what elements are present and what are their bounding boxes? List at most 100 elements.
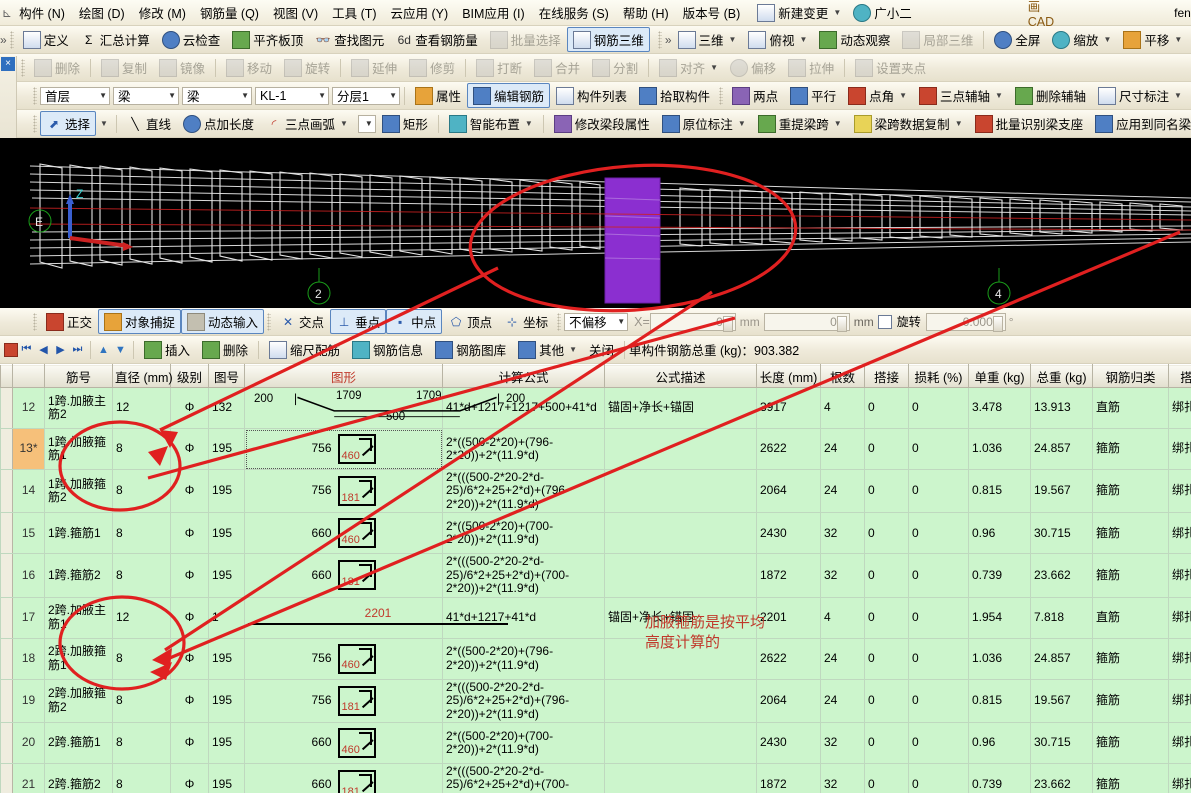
row-grip[interactable] <box>0 596 13 639</box>
cell-formula[interactable]: 2*(((500-2*20-2*d-25)/6*2+25+2*d)+(700-2… <box>442 553 605 598</box>
cell-shape-no[interactable]: 195 <box>208 678 245 723</box>
cell-diameter[interactable]: 12 <box>112 596 171 639</box>
rebar-info-button[interactable]: 钢筋信息 <box>346 337 429 362</box>
snap-grip-3[interactable] <box>557 312 562 331</box>
cell-shape-no[interactable]: 195 <box>208 721 245 764</box>
cell-formula[interactable]: 2*(((500-2*20-2*d-25)/6*2+25+2*d)+(796-2… <box>442 678 605 723</box>
delete-button[interactable]: 删除 <box>28 55 86 80</box>
trim-button[interactable]: 修剪 <box>403 55 461 80</box>
cell-length[interactable]: 2430 <box>756 512 821 555</box>
cell-loss[interactable]: 0 <box>908 637 969 680</box>
move-up-button[interactable]: ▲ <box>95 341 112 358</box>
cell-loss[interactable]: 0 <box>908 721 969 764</box>
row-grip[interactable] <box>0 512 13 555</box>
cell-lap-method[interactable]: 绑扎 <box>1168 512 1191 555</box>
cell-grade[interactable]: Φ <box>170 468 209 514</box>
rebar-3d-button[interactable]: 钢筋三维 <box>566 27 650 52</box>
snap-grip[interactable] <box>33 312 37 331</box>
dynamic-observe-button[interactable]: 动态观察 <box>813 27 896 52</box>
cell-formula-desc[interactable] <box>604 553 757 598</box>
prev-row-button[interactable]: ◀ <box>35 341 52 358</box>
cell-rebar-no[interactable]: 1跨.箍筋2 <box>44 553 113 598</box>
menu-item-rebar-qty[interactable]: 钢筋量 (Q) <box>193 1 266 24</box>
cell-rebar-no[interactable]: 2跨.箍筋1 <box>44 721 113 764</box>
cell-grade[interactable]: Φ <box>170 678 209 723</box>
cell-rebar-no[interactable]: 1跨.加腋箍筋1 <box>44 428 113 470</box>
cell-shape-no[interactable]: 195 <box>208 553 245 598</box>
row-number[interactable]: 12 <box>12 387 45 429</box>
cell-rebar-no[interactable]: 2跨.箍筋2 <box>44 762 113 793</box>
cell-count[interactable]: 32 <box>820 721 865 764</box>
chevron-down-icon[interactable]: ▼ <box>569 345 577 354</box>
cell-total-weight[interactable]: 7.818 <box>1030 596 1093 639</box>
next-row-button[interactable]: ▶ <box>52 341 69 358</box>
col-grade[interactable]: 级别 <box>170 364 209 388</box>
cell-rebar-no[interactable]: 1跨.加腋箍筋2 <box>44 468 113 514</box>
col-formula[interactable]: 计算公式 <box>442 364 605 388</box>
chevron-down-icon[interactable]: ▼ <box>833 8 841 17</box>
parallel-button[interactable]: 平行 <box>784 83 842 108</box>
batch-identify-support-button[interactable]: 批量识别梁支座 <box>969 111 1090 136</box>
cell-total-weight[interactable]: 19.567 <box>1030 678 1093 723</box>
draw-grip[interactable] <box>33 114 37 133</box>
modify-grip[interactable] <box>21 58 25 77</box>
snap-vertex[interactable]: ⬠ 顶点 <box>442 309 498 334</box>
cell-shape[interactable]: 660 181 <box>244 553 443 598</box>
snap-midpoint[interactable]: ▪ 中点 <box>386 309 443 334</box>
cell-rebar-class[interactable]: 箍筋 <box>1092 553 1169 598</box>
row-number[interactable]: 17 <box>12 596 45 639</box>
cell-count[interactable]: 24 <box>820 428 865 470</box>
three-point-axis-button[interactable]: 三点辅轴 ▼ <box>913 83 1009 108</box>
cell-shape-no[interactable]: 195 <box>208 512 245 555</box>
cell-diameter[interactable]: 8 <box>112 553 171 598</box>
break-button[interactable]: 打断 <box>470 55 528 80</box>
cell-loss[interactable]: 0 <box>908 468 969 514</box>
other-button[interactable]: 其他 ▼ <box>512 337 583 362</box>
cell-total-weight[interactable]: 23.662 <box>1030 762 1093 793</box>
cell-lap[interactable]: 0 <box>864 678 909 723</box>
cell-count[interactable]: 24 <box>820 678 865 723</box>
cell-grade[interactable]: Φ <box>170 596 209 639</box>
cell-length[interactable]: 3917 <box>756 387 821 429</box>
col-formula-desc[interactable]: 公式描述 <box>604 364 757 388</box>
select-tool-button[interactable]: ⬈ 选择 <box>40 111 97 136</box>
two-point-button[interactable]: 两点 <box>726 83 784 108</box>
layer-combo[interactable]: 分层1 ▼ <box>332 86 400 105</box>
cell-shape-no[interactable]: 1 <box>208 596 245 639</box>
cell-formula-desc[interactable] <box>604 512 757 555</box>
cell-count[interactable]: 4 <box>820 596 865 639</box>
point-angle-button[interactable]: 点角 ▼ <box>842 83 913 108</box>
snap-intersection[interactable]: ✕ 交点 <box>274 309 330 334</box>
offset-mode-combo[interactable]: 不偏移 ▼ <box>564 312 629 331</box>
cell-length[interactable]: 2622 <box>756 428 821 470</box>
cell-unit-weight[interactable]: 0.96 <box>968 721 1031 764</box>
cell-shape[interactable]: 660 181 <box>244 762 443 793</box>
cell-lap-method[interactable]: 绑扎 <box>1168 762 1191 793</box>
table-row[interactable]: 12 1跨.加腋主筋2 12 Φ 132 200 1709 1709 200 500 41*d+12… <box>0 387 1191 429</box>
close-panel-text-button[interactable]: 关闭 <box>583 337 620 362</box>
cell-lap[interactable]: 0 <box>864 387 909 429</box>
cell-unit-weight[interactable]: 0.96 <box>968 512 1031 555</box>
delete-axis-button[interactable]: 删除辅轴 <box>1009 83 1092 108</box>
cell-diameter[interactable]: 12 <box>112 387 171 429</box>
table-row[interactable]: 17 2跨.加腋主筋1 12 Φ 1 2201 41*d+1217+41*d 锚固+净长+锚固… <box>0 596 1191 639</box>
cell-loss[interactable]: 0 <box>908 762 969 793</box>
chevron-down-icon[interactable]: ▼ <box>1174 35 1182 44</box>
rebar-table-container[interactable]: 筋号 直径 (mm) 级别 图号 图形 计算公式 公式描述 长度 (mm) 根数… <box>0 364 1191 793</box>
cell-length[interactable]: 2064 <box>756 468 821 514</box>
cell-rebar-no[interactable]: 1跨.箍筋1 <box>44 512 113 555</box>
col-loss[interactable]: 损耗 (%) <box>908 364 969 388</box>
cell-formula-desc[interactable] <box>604 678 757 723</box>
cell-lap[interactable]: 0 <box>864 721 909 764</box>
cell-formula-desc[interactable] <box>604 762 757 793</box>
cell-grade[interactable]: Φ <box>170 637 209 680</box>
new-change-button[interactable]: 新建变更 ▼ <box>751 0 847 25</box>
col-count[interactable]: 根数 <box>820 364 865 388</box>
cell-rebar-no[interactable]: 2跨.加腋箍筋1 <box>44 637 113 680</box>
cell-lap[interactable]: 0 <box>864 637 909 680</box>
cell-count[interactable]: 32 <box>820 512 865 555</box>
menu-item-version[interactable]: 版本号 (B) <box>676 1 748 24</box>
chevron-down-icon[interactable]: ▼ <box>899 91 907 100</box>
view-3d-button[interactable]: 三维 ▼ <box>672 27 743 52</box>
cell-total-weight[interactable]: 24.857 <box>1030 637 1093 680</box>
